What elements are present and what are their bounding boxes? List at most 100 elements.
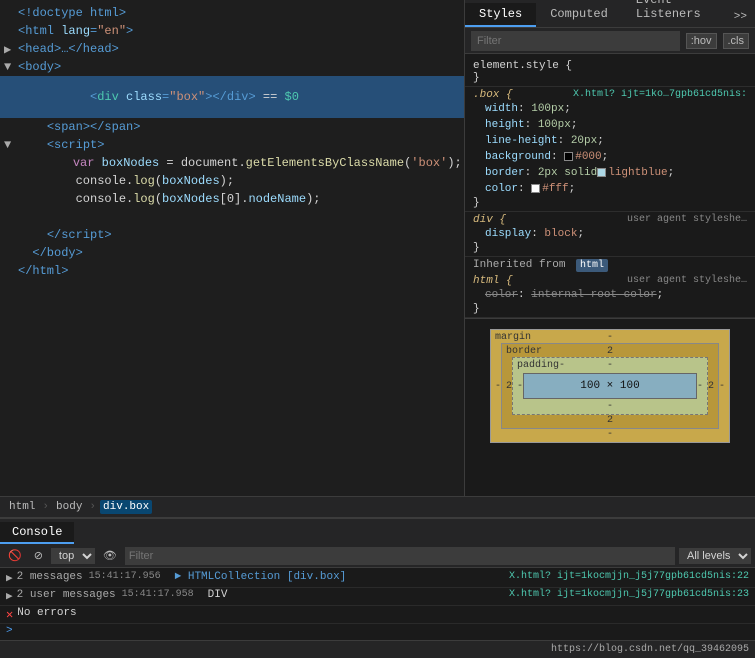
border-color-swatch[interactable] — [597, 168, 606, 177]
prop-height: height: 100px; — [485, 117, 747, 133]
box-rule-header: .box { X.html? ijt=1ko…7gpb61cd5nis: — [473, 89, 747, 101]
eye-button[interactable]: 👁 — [99, 548, 121, 563]
prop-color-html: color: internal root color; — [485, 287, 747, 303]
code-line: </script> — [0, 226, 464, 244]
margin-right: - — [719, 381, 725, 392]
border-row: 2 padding- - - — [502, 357, 718, 415]
tab-styles[interactable]: Styles — [465, 3, 536, 27]
code-line: </body> — [0, 244, 464, 262]
padding-bottom: - — [513, 401, 707, 414]
margin-label: margin — [495, 332, 531, 343]
breadcrumb-bar: html › body › div.box — [0, 496, 755, 518]
box-rule: .box { X.html? ijt=1ko…7gpb61cd5nis: wid… — [465, 87, 755, 212]
padding-label: padding- — [517, 360, 565, 371]
filter-input[interactable] — [471, 31, 680, 51]
margin-bottom: - — [491, 429, 729, 442]
console-panel: Console 🚫 ⊘ top 👁 All levels ▶ 2 message… — [0, 518, 755, 658]
expand-icon[interactable]: ▶ — [6, 571, 13, 585]
content-dimensions: 100 × 100 — [580, 380, 639, 392]
arrow-icon — [4, 24, 14, 38]
console-row: ✕ No errors — [0, 606, 755, 624]
console-toolbar: 🚫 ⊘ top 👁 All levels — [0, 544, 755, 568]
inherited-from: Inherited from html — [465, 257, 755, 273]
console-text: DIV — [208, 589, 509, 601]
arrow-icon — [4, 6, 14, 20]
border-bottom: 2 — [502, 415, 718, 428]
arrow-down-icon: ▼ — [4, 138, 14, 152]
console-tab[interactable]: Console — [0, 522, 74, 544]
levels-select[interactable]: All levels — [679, 548, 751, 564]
selected-element-line[interactable]: <div class="box"></div> == $0 — [0, 76, 464, 118]
devtools-panel: Styles Computed Event Listeners >> :hov … — [465, 0, 755, 496]
stop-button[interactable]: ⊘ — [30, 548, 47, 563]
color-swatch[interactable] — [531, 184, 540, 193]
padding-box: padding- - - 100 × 100 — [512, 357, 708, 415]
code-line: var boxNodes = document.getElementsByCla… — [0, 154, 464, 172]
error-icon: ✕ — [6, 607, 13, 622]
clear-console-button[interactable]: 🚫 — [4, 548, 26, 563]
code-line: </html> — [0, 262, 464, 280]
margin-row: - border 2 2 padding- — [491, 343, 729, 429]
color-swatch[interactable] — [564, 152, 573, 161]
tab-computed[interactable]: Computed — [536, 3, 622, 27]
arrow-icon — [4, 246, 14, 260]
code-line: <html lang="en"> — [0, 22, 464, 40]
prop-color: color: #fff; — [485, 181, 747, 197]
box-model: margin - - border 2 2 — [465, 318, 755, 453]
arrow-icon — [4, 156, 11, 170]
margin-box: margin - - border 2 2 — [490, 329, 730, 443]
console-tabs: Console — [0, 518, 755, 544]
console-filter-input[interactable] — [125, 547, 675, 565]
status-url: https://blog.csdn.net/qq_39462095 — [551, 644, 749, 655]
code-panel: <!doctype html> <html lang="en"> ▶ <head… — [0, 0, 465, 496]
border-box: border 2 2 padding- - — [501, 343, 719, 429]
code-line: ▼ <body> — [0, 58, 464, 76]
div-rule-header: div { user agent styleshe… — [473, 214, 747, 226]
styles-content: element.style { } .box { X.html? ijt=1ko… — [465, 54, 755, 496]
breadcrumb-body[interactable]: body — [53, 500, 85, 514]
element-style-rule: element.style { } — [465, 58, 755, 87]
arrow-icon — [4, 210, 14, 224]
padding-right: - — [697, 381, 703, 392]
inherited-tag: html — [576, 259, 608, 272]
box-rule-body: width: 100px; height: 100px; line-height… — [473, 101, 747, 197]
breadcrumb-html[interactable]: html — [6, 500, 38, 514]
message-count: 2 user messages — [17, 589, 116, 601]
console-row: ▶ 2 messages 15:41:17.956 ► HTMLCollecti… — [0, 570, 755, 588]
arrow-icon — [4, 90, 14, 104]
cls-button[interactable]: .cls — [723, 33, 750, 49]
console-content: ▶ 2 messages 15:41:17.956 ► HTMLCollecti… — [0, 568, 755, 640]
message-count: 2 messages — [17, 571, 83, 583]
console-row: ▶ 2 user messages 15:41:17.958 DIV X.htm… — [0, 588, 755, 606]
expand-icon[interactable]: ▶ — [6, 589, 13, 603]
source-link[interactable]: X.html? ijt=1kocmjjn_j5j77gpb61cd5nis:22 — [509, 571, 749, 582]
prop-border: border: 2px solid lightblue; — [485, 165, 747, 181]
prop-width: width: 100px; — [485, 101, 747, 117]
arrow-icon — [4, 264, 14, 278]
arrow-icon — [4, 228, 14, 242]
arrow-icon — [4, 120, 14, 134]
timestamp: 15:41:17.958 — [122, 589, 202, 600]
code-line: <span></span> — [0, 118, 464, 136]
code-line: console.log(boxNodes); — [0, 172, 464, 190]
source-link[interactable]: X.html? ijt=1kocmjjn_j5j77gpb61cd5nis:23 — [509, 589, 749, 600]
arrow-icon — [4, 174, 14, 188]
breadcrumb-divbox[interactable]: div.box — [100, 500, 152, 514]
tab-more[interactable]: >> — [726, 7, 755, 27]
status-bar: https://blog.csdn.net/qq_39462095 — [0, 640, 755, 658]
code-line: ▶ <head>…</head> — [0, 40, 464, 58]
padding-row: - 100 × 100 - — [513, 371, 707, 401]
border-label: border — [506, 346, 542, 357]
tab-event-listeners[interactable]: Event Listeners — [622, 0, 726, 27]
console-input-row: > — [0, 624, 755, 640]
tabs-bar: Styles Computed Event Listeners >> — [465, 0, 755, 28]
prop-background: background: #000; — [485, 149, 747, 165]
context-select[interactable]: top — [51, 548, 95, 564]
hov-button[interactable]: :hov — [686, 33, 717, 49]
filter-bar: :hov .cls — [465, 28, 755, 54]
code-line — [0, 208, 464, 226]
console-text: ► HTMLCollection [div.box] — [175, 571, 509, 583]
rule-selector-element: element.style { — [473, 60, 747, 72]
timestamp: 15:41:17.956 — [89, 571, 169, 582]
div-rule-body: display: block; — [473, 226, 747, 242]
